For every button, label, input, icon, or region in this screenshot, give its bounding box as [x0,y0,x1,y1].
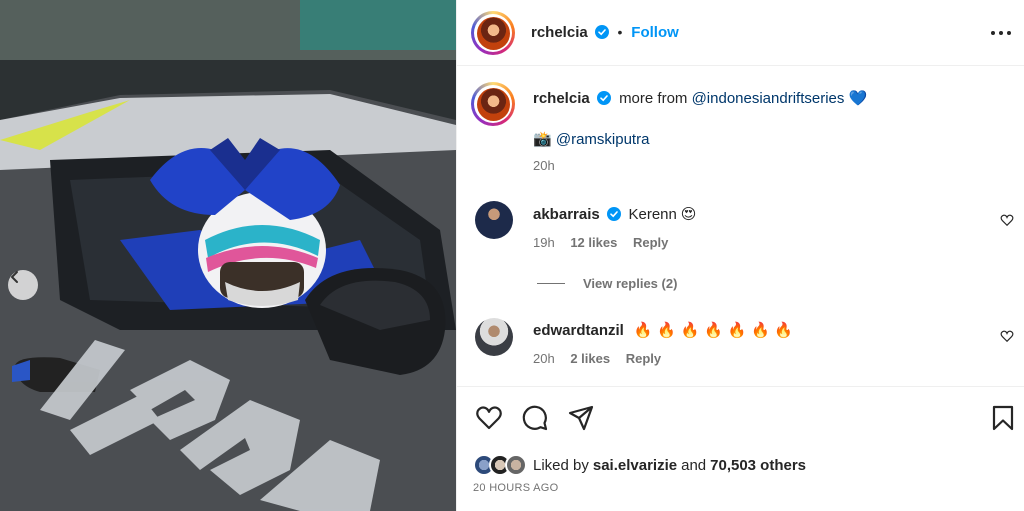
liker-avatars[interactable] [473,454,527,476]
comment-icon[interactable] [521,404,549,432]
post-photo[interactable] [0,0,456,511]
comment-avatar[interactable] [475,318,513,356]
comment-like-heart-icon[interactable] [1000,213,1014,227]
liked-by-user[interactable]: sai.elvarizie [593,457,677,474]
heart-eyes-emoji: 😍 [680,205,697,223]
caption-avatar-image [476,87,510,121]
caption-time: 20h [533,158,555,173]
blue-heart-emoji: 💙 [848,89,868,107]
heart-icon[interactable] [475,404,503,432]
carousel-prev-button[interactable] [8,270,38,300]
comment-likes[interactable]: 2 likes [570,351,610,366]
liked-by-and: and [681,456,707,474]
comment-username[interactable]: edwardtanzil [533,322,624,339]
camera-emoji: 📸 [533,130,552,148]
share-icon[interactable] [567,404,595,432]
view-replies-button[interactable]: View replies (2) [537,276,677,291]
view-replies-label: View replies (2) [583,276,678,291]
caption-username[interactable]: rchelcia [533,90,590,107]
comment-avatar[interactable] [475,201,513,239]
photo-illustration [0,0,456,511]
carousel-left-icon [11,271,18,283]
post-side-panel: rchelcia • Follow rchelcia more from @in… [456,0,1024,511]
post-header: rchelcia • Follow [457,0,1024,66]
comment-likes[interactable]: 12 likes [570,235,617,250]
comment-text: 🔥 🔥 🔥 🔥 🔥 🔥 🔥 [633,321,794,339]
reply-button[interactable]: Reply [633,235,668,250]
caption-line: rchelcia more from @indonesiandriftserie… [533,89,867,107]
likes-count[interactable]: 70,503 others [710,457,806,474]
comment-like-heart-icon[interactable] [1000,329,1014,343]
verified-badge-icon [594,25,609,39]
author-avatar-image [476,16,510,50]
liked-by-row: Liked by sai.elvarizie and 70,503 others [473,454,806,476]
caption-mention-link[interactable]: @indonesiandriftseries [692,90,845,107]
more-options-icon[interactable] [991,24,1011,42]
liker-avatar [505,454,527,476]
caption-avatar[interactable] [471,82,515,126]
post-actions: Liked by sai.elvarizie and 70,503 others… [457,386,1024,511]
comment-body: akbarrais Kerenn 😍 [533,205,696,223]
view-replies-line [537,283,565,284]
post-date[interactable]: 20 HOURS AGO [473,482,559,494]
comment-text: Kerenn [628,206,677,223]
comment-body: edwardtanzil 🔥 🔥 🔥 🔥 🔥 🔥 🔥 [533,321,793,339]
comment-time: 19h [533,235,555,250]
reply-button[interactable]: Reply [626,351,661,366]
verified-badge-icon [596,91,611,105]
follow-button[interactable]: Follow [631,24,679,41]
header-author-line: rchelcia • Follow [531,24,679,41]
comment-time: 20h [533,351,555,366]
comment-meta: 19h 12 likes Reply [533,235,668,250]
author-username[interactable]: rchelcia [531,24,588,41]
credit-mention-link[interactable]: @ramskiputra [556,131,650,148]
liked-by-prefix: Liked by [533,456,589,474]
caption-credit: 📸 @ramskiputra [533,130,649,148]
verified-badge-icon [606,207,621,221]
header-separator: • [617,24,623,40]
bookmark-icon[interactable] [989,404,1017,432]
comment-meta: 20h 2 likes Reply [533,351,661,366]
comment-username[interactable]: akbarrais [533,206,600,223]
caption-text: more from [619,90,688,107]
author-avatar[interactable] [471,11,515,55]
